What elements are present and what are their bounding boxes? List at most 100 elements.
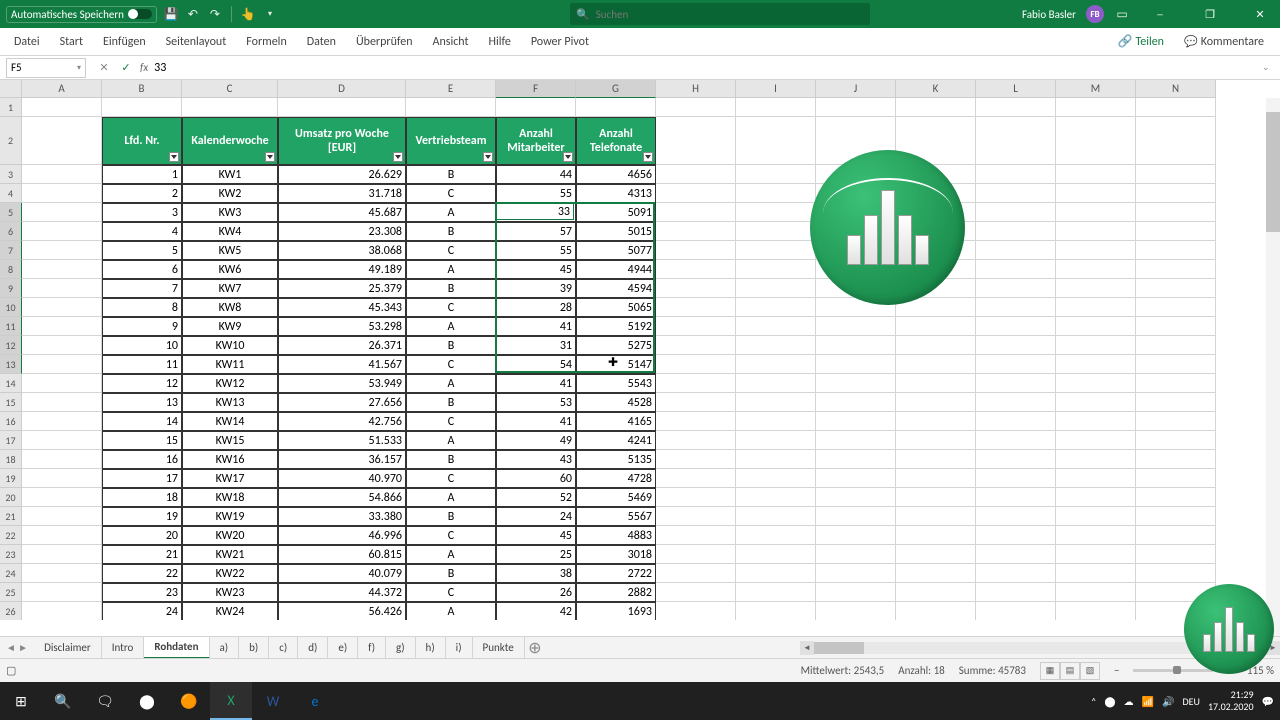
- table-cell[interactable]: B: [406, 279, 496, 298]
- sheet-tab[interactable]: c): [269, 637, 298, 659]
- table-cell[interactable]: KW24: [182, 602, 278, 620]
- table-cell[interactable]: B: [406, 222, 496, 241]
- table-cell[interactable]: 41: [496, 317, 576, 336]
- expand-formula-bar-icon[interactable]: ⌄: [1262, 62, 1276, 73]
- search-box[interactable]: 🔍: [570, 3, 870, 25]
- name-box[interactable]: F5▾: [6, 58, 86, 78]
- table-cell[interactable]: 4241: [576, 431, 656, 450]
- table-cell[interactable]: 5091: [576, 203, 656, 222]
- table-cell[interactable]: 51.533: [278, 431, 406, 450]
- taskbar-app[interactable]: 🟠: [168, 682, 210, 720]
- table-cell[interactable]: 27.656: [278, 393, 406, 412]
- table-cell[interactable]: KW9: [182, 317, 278, 336]
- tray-language[interactable]: DEU: [1182, 695, 1199, 708]
- table-cell[interactable]: A: [406, 260, 496, 279]
- sheet-tab[interactable]: b): [239, 637, 269, 659]
- column-header[interactable]: L: [976, 80, 1056, 98]
- ribbon-tab-daten[interactable]: Daten: [297, 35, 346, 49]
- table-cell[interactable]: C: [406, 355, 496, 374]
- table-cell[interactable]: 9: [102, 317, 182, 336]
- table-cell[interactable]: KW18: [182, 488, 278, 507]
- table-cell[interactable]: 52: [496, 488, 576, 507]
- table-cell[interactable]: 21: [102, 545, 182, 564]
- table-cell[interactable]: 5469: [576, 488, 656, 507]
- undo-icon[interactable]: ↶: [185, 6, 201, 22]
- word-taskbar-button[interactable]: W: [252, 682, 294, 720]
- column-header[interactable]: G: [576, 80, 656, 98]
- table-cell[interactable]: C: [406, 184, 496, 203]
- row-header[interactable]: 5: [0, 203, 22, 222]
- table-cell[interactable]: KW10: [182, 336, 278, 355]
- row-header[interactable]: 20: [0, 488, 22, 507]
- table-cell[interactable]: 3: [102, 203, 182, 222]
- table-cell[interactable]: 25: [496, 545, 576, 564]
- table-cell[interactable]: 26: [496, 583, 576, 602]
- table-cell[interactable]: 2722: [576, 564, 656, 583]
- table-cell[interactable]: 49.189: [278, 260, 406, 279]
- normal-view-button[interactable]: ▦: [1040, 662, 1060, 680]
- table-header-cell[interactable]: Lfd. Nr.: [102, 117, 182, 165]
- table-cell[interactable]: 13: [102, 393, 182, 412]
- ribbon-tab-datei[interactable]: Datei: [4, 35, 50, 49]
- table-cell[interactable]: 12: [102, 374, 182, 393]
- table-cell[interactable]: 5275: [576, 336, 656, 355]
- embedded-logo-image[interactable]: [810, 150, 965, 305]
- tray-clock[interactable]: 21:29 17.02.2020: [1208, 689, 1254, 713]
- table-cell[interactable]: 53: [496, 393, 576, 412]
- sheet-tab[interactable]: e): [328, 637, 358, 659]
- table-cell[interactable]: 26.629: [278, 165, 406, 184]
- table-cell[interactable]: 38.068: [278, 241, 406, 260]
- table-cell[interactable]: 22: [102, 564, 182, 583]
- table-cell[interactable]: 5: [102, 241, 182, 260]
- table-cell[interactable]: C: [406, 469, 496, 488]
- table-cell[interactable]: KW4: [182, 222, 278, 241]
- edge-taskbar-button[interactable]: e: [294, 682, 336, 720]
- table-cell[interactable]: 5543: [576, 374, 656, 393]
- row-header[interactable]: 1: [0, 98, 22, 117]
- table-cell[interactable]: KW3: [182, 203, 278, 222]
- table-cell[interactable]: 11: [102, 355, 182, 374]
- table-cell[interactable]: 42.756: [278, 412, 406, 431]
- table-cell[interactable]: 15: [102, 431, 182, 450]
- table-cell[interactable]: 4528: [576, 393, 656, 412]
- row-header[interactable]: 10: [0, 298, 22, 317]
- record-macro-icon[interactable]: ▢: [6, 664, 16, 677]
- filter-dropdown-icon[interactable]: [483, 152, 493, 162]
- select-all-corner[interactable]: [0, 80, 22, 98]
- table-cell[interactable]: KW5: [182, 241, 278, 260]
- table-cell[interactable]: KW2: [182, 184, 278, 203]
- row-header[interactable]: 24: [0, 564, 22, 583]
- table-cell[interactable]: A: [406, 203, 496, 222]
- table-cell[interactable]: 4594: [576, 279, 656, 298]
- table-cell[interactable]: 60: [496, 469, 576, 488]
- ribbon-tab-einfügen[interactable]: Einfügen: [93, 35, 156, 49]
- table-header-cell[interactable]: Umsatz pro Woche [EUR]: [278, 117, 406, 165]
- table-cell[interactable]: 4: [102, 222, 182, 241]
- spreadsheet-grid[interactable]: ABCDEFGHIJKLMN 1234567891011121314151617…: [0, 80, 1280, 620]
- table-cell[interactable]: 19: [102, 507, 182, 526]
- table-cell[interactable]: 31.718: [278, 184, 406, 203]
- row-header[interactable]: 18: [0, 450, 22, 469]
- row-header[interactable]: 4: [0, 184, 22, 203]
- ribbon-display-icon[interactable]: ▭: [1114, 6, 1130, 22]
- column-header[interactable]: I: [736, 80, 816, 98]
- table-cell[interactable]: 45: [496, 260, 576, 279]
- table-cell[interactable]: 56.426: [278, 602, 406, 620]
- table-cell[interactable]: 53.949: [278, 374, 406, 393]
- table-cell[interactable]: 46.996: [278, 526, 406, 545]
- row-header[interactable]: 14: [0, 374, 22, 393]
- column-header[interactable]: E: [406, 80, 496, 98]
- row-header[interactable]: 3: [0, 165, 22, 184]
- fx-icon[interactable]: fx: [140, 61, 148, 74]
- formula-input[interactable]: 33: [148, 61, 1262, 75]
- row-header[interactable]: 21: [0, 507, 22, 526]
- table-cell[interactable]: KW13: [182, 393, 278, 412]
- table-cell[interactable]: 10: [102, 336, 182, 355]
- table-cell[interactable]: 45.343: [278, 298, 406, 317]
- ribbon-tab-power pivot[interactable]: Power Pivot: [521, 35, 599, 49]
- row-header[interactable]: 8: [0, 260, 22, 279]
- table-cell[interactable]: KW14: [182, 412, 278, 431]
- filter-dropdown-icon[interactable]: [265, 152, 275, 162]
- table-cell[interactable]: KW16: [182, 450, 278, 469]
- table-cell[interactable]: 4944: [576, 260, 656, 279]
